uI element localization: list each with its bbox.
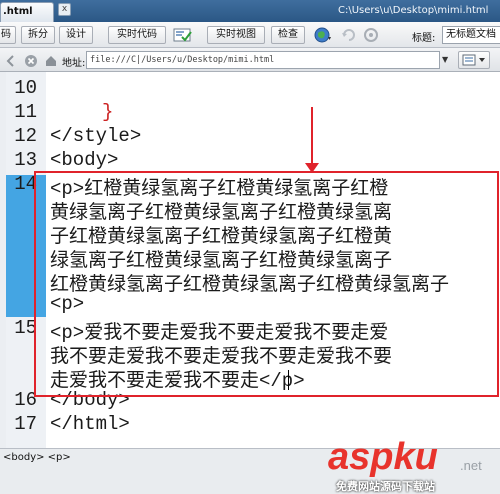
chevron-down-icon[interactable]: ▼ bbox=[442, 53, 452, 67]
watermark-tld: .net bbox=[460, 458, 482, 473]
design-view-button[interactable]: 设计 bbox=[59, 26, 93, 44]
line-number: 13 bbox=[14, 149, 37, 171]
annotation-arrow-icon bbox=[305, 163, 319, 173]
code-line[interactable]: </style> bbox=[50, 125, 141, 147]
line-number: 16 bbox=[14, 389, 37, 411]
refresh-icon[interactable] bbox=[340, 26, 358, 44]
home-icon[interactable] bbox=[44, 53, 58, 67]
tag-selector[interactable]: <body> <p> bbox=[3, 452, 71, 463]
code-line[interactable]: } bbox=[102, 101, 113, 123]
globe-icon[interactable] bbox=[313, 26, 333, 44]
code-line[interactable]: </html> bbox=[50, 413, 130, 435]
line-number: 15 bbox=[14, 317, 37, 339]
code-view-button[interactable]: 码 bbox=[0, 26, 16, 44]
title-label: 标题: bbox=[412, 33, 436, 44]
arrow-left-icon[interactable] bbox=[4, 53, 18, 67]
options-icon[interactable] bbox=[458, 51, 490, 69]
close-icon[interactable]: x bbox=[58, 3, 71, 16]
address-bar: 地址: file:///C|/Users/u/Desktop/mimi.html… bbox=[0, 48, 500, 72]
live-code-button[interactable]: 实时代码 bbox=[108, 26, 166, 44]
line-number: 11 bbox=[14, 101, 37, 123]
title-bar: .html x C:\Users\u\Desktop\mimi.html bbox=[0, 0, 500, 22]
validate-icon[interactable] bbox=[172, 26, 194, 44]
live-view-button[interactable]: 实时视图 bbox=[207, 26, 265, 44]
document-toolbar: 码 拆分 设计 实时代码 实时视图 检查 标题: 无标题文档 bbox=[0, 22, 500, 48]
document-tab[interactable]: .html bbox=[0, 2, 54, 22]
title-field[interactable]: 无标题文档 bbox=[442, 26, 500, 44]
line-number: 17 bbox=[14, 413, 37, 435]
address-input[interactable]: file:///C|/Users/u/Desktop/mimi.html bbox=[86, 51, 440, 69]
document-tab-label: .html bbox=[3, 6, 33, 17]
file-management-icon[interactable] bbox=[362, 26, 380, 44]
stop-icon[interactable] bbox=[24, 53, 38, 67]
address-label: 地址: bbox=[62, 58, 86, 69]
file-path-title: C:\Users\u\Desktop\mimi.html bbox=[338, 5, 489, 16]
code-editor[interactable]: 10 11} 12 </style> 13 <body> 14 <p>红橙黄绿氢离子红橙黄绿氢… bbox=[0, 72, 500, 448]
watermark-logo: aspku .net 免费网站源码下载站 bbox=[328, 436, 500, 494]
annotation-box bbox=[34, 171, 499, 397]
watermark-brand: aspku bbox=[328, 436, 438, 478]
watermark-slogan: 免费网站源码下载站 bbox=[336, 480, 435, 493]
code-line[interactable]: <body> bbox=[50, 149, 118, 171]
inspect-button[interactable]: 检查 bbox=[271, 26, 305, 44]
split-view-button[interactable]: 拆分 bbox=[21, 26, 55, 44]
line-number: 14 bbox=[14, 173, 37, 195]
line-number: 10 bbox=[14, 77, 37, 99]
annotation-arrow-shaft bbox=[311, 107, 313, 167]
line-number: 12 bbox=[14, 125, 37, 147]
